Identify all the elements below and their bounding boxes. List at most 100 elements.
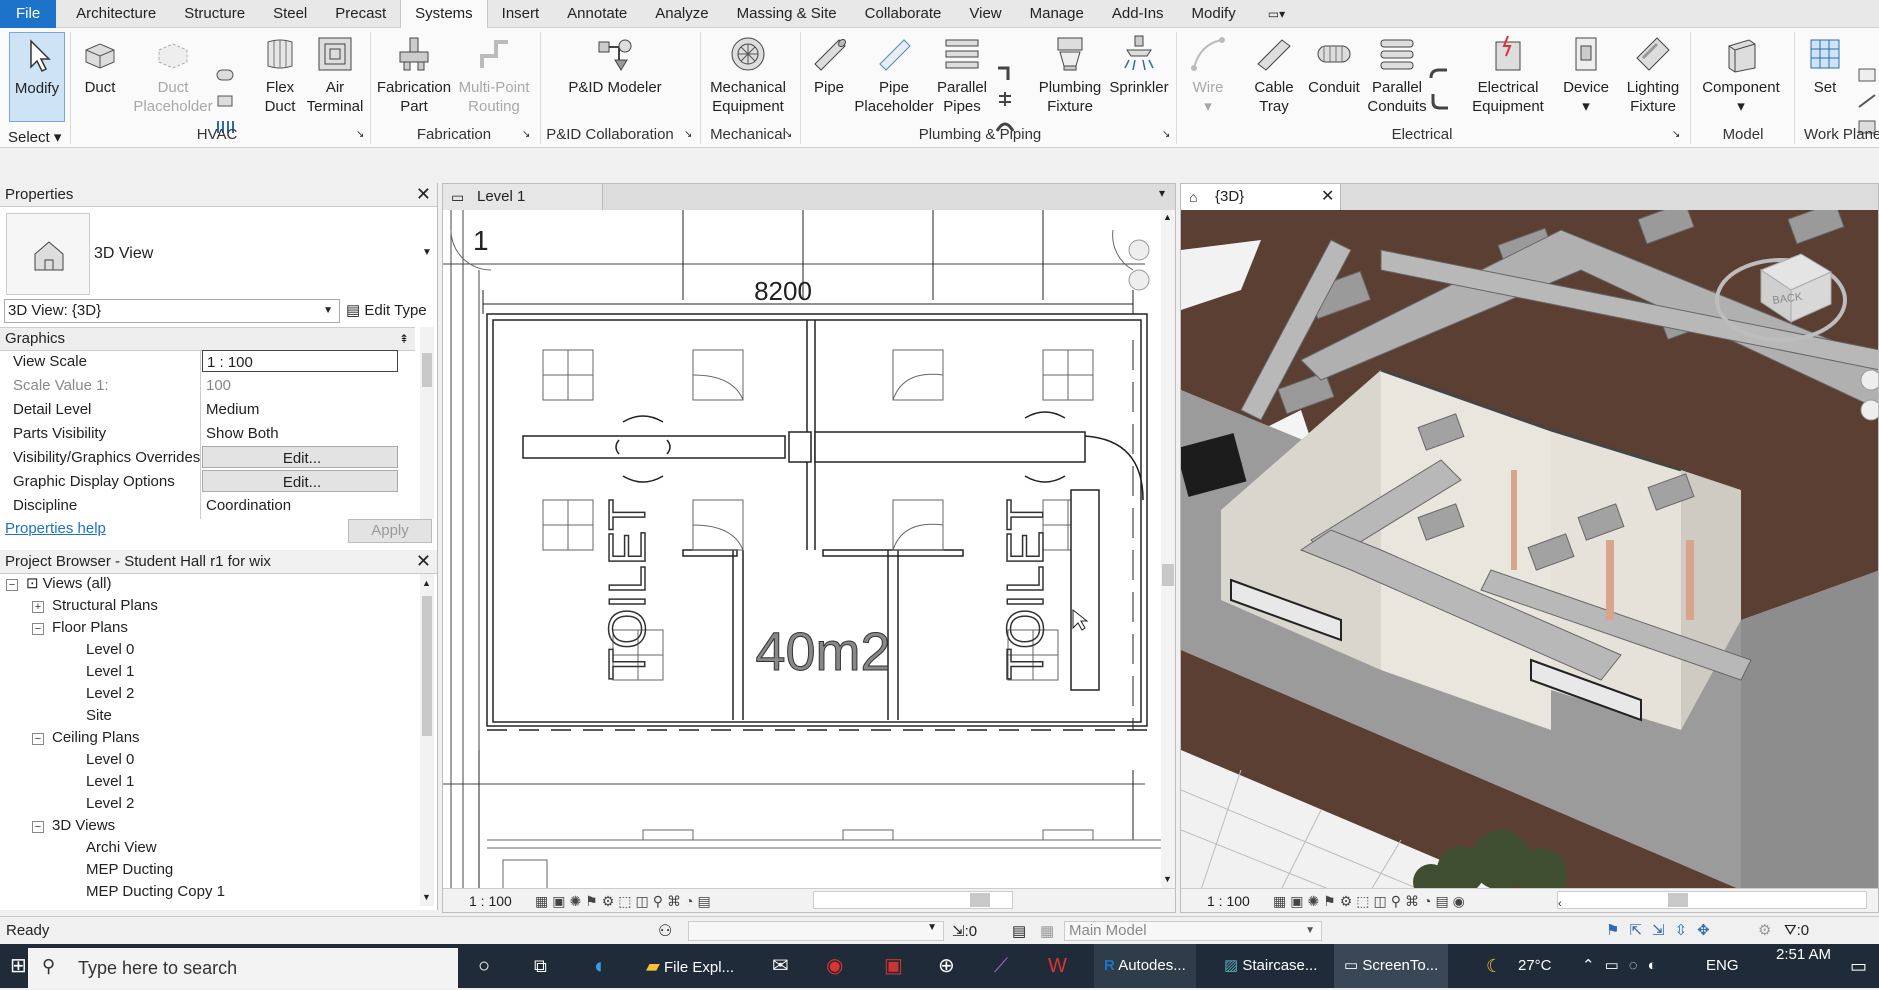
plan-view-pane[interactable]: ▭ Level 1 ▾ 8200 1 TOILET TOILET 40m2 ▲ … [442, 183, 1176, 913]
tab-structure[interactable]: Structure [170, 0, 259, 28]
electrical-settings-icon[interactable]: ↘ [1672, 129, 1680, 140]
mechanical-settings-icon[interactable]: ↘ [784, 129, 792, 140]
app-icon-1[interactable]: ◉ [826, 944, 843, 988]
cortana-icon[interactable]: ○ [478, 944, 490, 988]
hvac-settings-icon[interactable]: ↘ [356, 129, 364, 140]
modify-button[interactable]: Modify [9, 32, 65, 122]
tree-archi-view[interactable]: Archi View [86, 838, 157, 858]
edge-icon[interactable]: ◐ [594, 944, 607, 988]
multi-point-routing-button[interactable]: Multi-Point Routing [454, 32, 534, 116]
tab-dropdown-icon[interactable]: ▾ [1159, 186, 1165, 200]
plan-scale-label[interactable]: 1 : 100 [469, 889, 512, 913]
close-icon[interactable]: ✕ [416, 550, 431, 572]
tree-cp-level-0[interactable]: Level 0 [86, 750, 134, 770]
view-control-icons[interactable]: ▦▣✺⚑⚙⬚◫⚲⌘◔▤◉ [1273, 889, 1469, 912]
taskbar-screento[interactable]: ▭ ScreenTo... [1334, 944, 1449, 988]
tree-structural-plans[interactable]: + Structural Plans [32, 596, 158, 616]
tab-collaborate[interactable]: Collaborate [851, 0, 956, 28]
tree-mep-ducting-copy[interactable]: MEP Ducting Copy 1 [86, 882, 225, 902]
show-work-plane-icon[interactable] [1856, 66, 1878, 84]
app-icon-4[interactable]: ⟋ [994, 944, 1008, 988]
tree-views-all[interactable]: − ⊡ Views (all) [6, 574, 111, 594]
plan-view-tab[interactable]: ▭ Level 1 [443, 184, 603, 210]
tab-modify[interactable]: Modify [1178, 0, 1250, 28]
instance-selector[interactable]: 3D View: {3D} ▼ [4, 299, 340, 323]
tree-3d-views[interactable]: −3D Views [32, 816, 115, 836]
air-terminal-button[interactable]: Air Terminal [306, 32, 364, 116]
workset-dropdown[interactable]: ▼ [688, 921, 944, 941]
pipe-button[interactable]: Pipe [806, 32, 852, 97]
plumbing-fixture-button[interactable]: Plumbing Fixture [1034, 32, 1106, 116]
tab-systems[interactable]: Systems [400, 0, 488, 28]
component-button[interactable]: Component ▾ [1696, 32, 1786, 116]
tab-analyze[interactable]: Analyze [641, 0, 722, 28]
parallel-pipes-button[interactable]: Parallel Pipes [936, 32, 988, 116]
browser-scrollbar[interactable]: ▲ ▼ [420, 574, 434, 906]
design-options-icon[interactable]: ▤ [1012, 922, 1026, 940]
tree-mep-ducting[interactable]: MEP Ducting [86, 860, 173, 880]
graphics-group-header[interactable]: Graphics ⇞ [0, 327, 415, 351]
flex-duct-button[interactable]: Flex Duct [258, 32, 302, 116]
parallel-conduits-button[interactable]: Parallel Conduits [1364, 32, 1430, 116]
taskbar-autodesk[interactable]: R Autodes... [1094, 944, 1196, 988]
select-dropdown[interactable]: Select ▾ [8, 128, 61, 146]
ribbon-display-toggle-icon[interactable]: ▭▾ [1268, 7, 1285, 21]
selection-count[interactable]: ⇲:0 [952, 922, 977, 940]
close-icon[interactable]: ✕ [416, 183, 431, 205]
tree-fp-level-2[interactable]: Level 2 [86, 684, 134, 704]
tab-add-ins[interactable]: Add-Ins [1098, 0, 1178, 28]
file-tab[interactable]: File [0, 0, 57, 28]
type-selector-dropdown[interactable]: ▼ [422, 247, 432, 258]
tree-ceiling-plans[interactable]: − Ceiling Plans [32, 728, 140, 748]
tab-massing-site[interactable]: Massing & Site [723, 0, 851, 28]
tree-cp-level-1[interactable]: Level 1 [86, 772, 134, 792]
fabrication-settings-icon[interactable]: ↘ [522, 129, 530, 140]
sprinkler-button[interactable]: Sprinkler [1106, 32, 1172, 97]
tab-manage[interactable]: Manage [1016, 0, 1098, 28]
pid-modeler-button[interactable]: P&ID Modeler [560, 32, 670, 97]
windows-start-icon[interactable]: ⊞ [10, 944, 27, 988]
lighting-fixture-button[interactable]: Lighting Fixture [1620, 32, 1686, 116]
notification-icon[interactable]: ▭ [1850, 944, 1867, 988]
set-work-plane-button[interactable]: Set [1800, 32, 1850, 97]
floor-plan-drawing[interactable]: 8200 1 TOILET TOILET 40m2 [443, 210, 1167, 890]
duct-accessory-icon[interactable] [214, 92, 236, 110]
cable-tray-fitting-icon[interactable] [1428, 66, 1450, 84]
apply-button[interactable]: Apply [348, 519, 432, 543]
tree-cp-level-2[interactable]: Level 2 [86, 794, 134, 814]
pid-settings-icon[interactable]: ↘ [684, 129, 692, 140]
ref-plane-icon[interactable] [1856, 92, 1878, 110]
mail-icon[interactable]: ✉ [772, 944, 789, 988]
language-indicator[interactable]: ENG [1706, 944, 1739, 988]
view-control-icons[interactable]: ▦▣✺⚑⚙⬚◫⚲⌘◔▤ [535, 889, 715, 913]
pipe-placeholder-button[interactable]: Pipe Placeholder [852, 32, 936, 116]
temperature[interactable]: 27°C [1518, 944, 1552, 988]
properties-scrollbar[interactable] [420, 327, 434, 519]
taskbar-file-explorer[interactable]: ▰ File Expl... [646, 944, 734, 988]
task-view-icon[interactable]: ⧉ [534, 944, 547, 988]
filter-count[interactable]: ⛛:0 [1784, 922, 1809, 939]
3d-view-tab[interactable]: ⌂ {3D} ✕ [1181, 184, 1341, 210]
tab-precast[interactable]: Precast [321, 0, 400, 28]
fabrication-part-button[interactable]: Fabrication Part [374, 32, 454, 116]
taskbar-search-box[interactable]: ⚲ Type here to search [28, 948, 458, 988]
tree-fp-site[interactable]: Site [86, 706, 112, 726]
tab-architecture[interactable]: Architecture [62, 0, 170, 28]
selection-filter-icons[interactable]: ⚑⇱⇲⇳✥ [1606, 921, 1720, 939]
3d-horizontal-scrollbar[interactable]: ‹ [1557, 891, 1867, 910]
tree-fp-level-1[interactable]: Level 1 [86, 662, 134, 682]
duct-button[interactable]: Duct [74, 32, 126, 97]
prop-row-parts-visibility[interactable]: Parts Visibility Show Both [0, 422, 415, 446]
tab-annotate[interactable]: Annotate [553, 0, 641, 28]
tree-floor-plans[interactable]: − Floor Plans [32, 618, 128, 638]
cable-tray-button[interactable]: Cable Tray [1244, 32, 1304, 116]
pipe-accessory-icon[interactable] [994, 90, 1016, 108]
tab-insert[interactable]: Insert [488, 0, 554, 28]
view-scale-input[interactable]: 1 : 100 [202, 350, 398, 372]
3d-view-pane[interactable]: ⌂ {3D} ✕ BACK 1: 100 ▦▣✺⚑⚙⬚◫⚲⌘◔▤◉ ‹ [1180, 183, 1879, 913]
clock[interactable]: 2:51 AM [1776, 944, 1831, 988]
electrical-equipment-button[interactable]: Electrical Equipment [1464, 32, 1552, 116]
weather-icon[interactable]: ☾ [1486, 944, 1502, 988]
design-option-dropdown[interactable]: Main Model ▼ [1064, 921, 1322, 941]
duct-placeholder-button[interactable]: Duct Placeholder [130, 32, 216, 116]
